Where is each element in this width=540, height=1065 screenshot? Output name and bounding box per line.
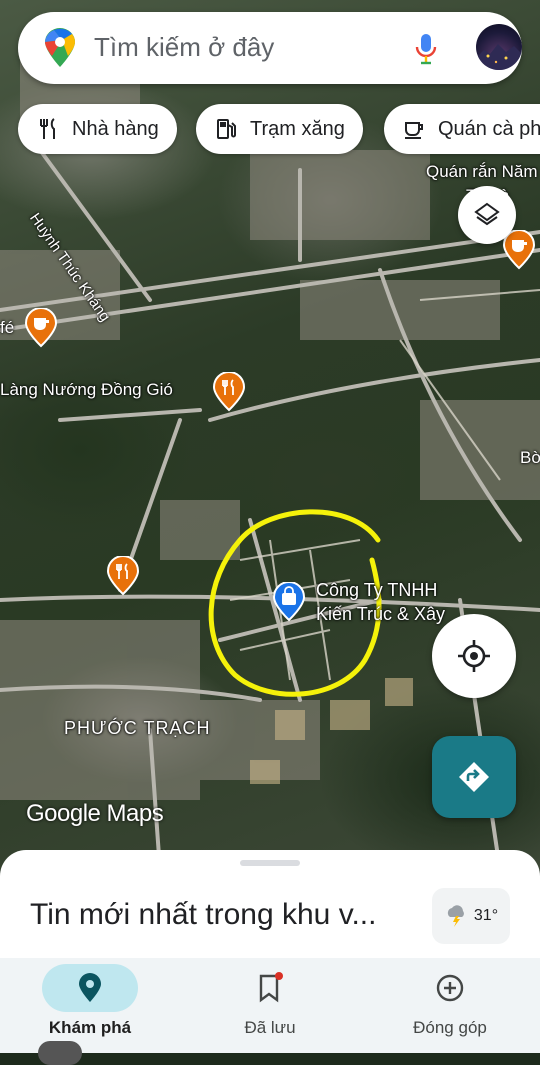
poi-label-cafe[interactable]: fé bbox=[0, 318, 14, 338]
thunderstorm-icon bbox=[447, 905, 464, 927]
fork-knife-icon bbox=[40, 118, 55, 139]
bottom-navigation: Khám phá Đã lưu Đóng góp bbox=[0, 958, 540, 1053]
layers-icon bbox=[474, 202, 500, 226]
bookmark-icon bbox=[259, 972, 283, 1003]
layers-button[interactable] bbox=[458, 186, 516, 244]
nav-saved-indicator bbox=[222, 964, 318, 1012]
avatar[interactable] bbox=[476, 24, 522, 70]
chip-restaurants[interactable]: Nhà hàng bbox=[18, 104, 177, 154]
chip-label: Quán cà phê bbox=[438, 117, 540, 140]
chip-gas-stations[interactable]: Trạm xăng bbox=[196, 104, 363, 154]
google-maps-attribution: Google Maps bbox=[26, 800, 164, 827]
directions-icon bbox=[459, 762, 489, 792]
add-circle-icon bbox=[436, 974, 464, 1002]
directions-button[interactable] bbox=[432, 736, 516, 818]
nav-contribute-indicator bbox=[402, 964, 498, 1012]
area-label-phuoc-trach: PHƯỚC TRẠCH bbox=[64, 718, 211, 738]
chip-label: Trạm xăng bbox=[250, 117, 345, 140]
nav-explore-indicator bbox=[42, 964, 138, 1012]
microphone-icon[interactable] bbox=[410, 32, 442, 66]
chip-coffee[interactable]: Quán cà phê bbox=[384, 104, 540, 154]
weather-temperature: 31° bbox=[473, 907, 499, 924]
nav-saved[interactable]: Đã lưu bbox=[180, 958, 360, 1053]
search-input[interactable]: Tìm kiếm ở đây bbox=[94, 32, 274, 63]
nav-explore[interactable]: Khám phá bbox=[0, 958, 180, 1053]
google-maps-logo-icon bbox=[45, 28, 75, 67]
coffee-cup-icon bbox=[405, 122, 423, 139]
company-label-line1[interactable]: Công Ty TNHH bbox=[316, 580, 437, 601]
nav-label: Khám phá bbox=[48, 1018, 132, 1037]
nav-label: Đóng góp bbox=[413, 1018, 487, 1037]
crosshair-location-icon bbox=[458, 640, 490, 672]
restaurant-pin-icon[interactable] bbox=[106, 556, 140, 596]
cafe-pin-icon[interactable] bbox=[24, 308, 58, 348]
chip-label: Nhà hàng bbox=[72, 117, 159, 140]
restaurant-pin-icon[interactable] bbox=[212, 372, 246, 412]
location-pin-icon bbox=[79, 973, 101, 1002]
bottom-sheet[interactable]: Tin mới nhất trong khu v... 31° bbox=[0, 850, 540, 970]
system-home-indicator[interactable] bbox=[38, 1041, 82, 1065]
sheet-title: Tin mới nhất trong khu v... bbox=[30, 898, 377, 931]
cafe-pin-icon[interactable] bbox=[502, 230, 536, 270]
avatar-photo-icon bbox=[476, 44, 522, 70]
poi-label-quan-ran[interactable]: Quán rắn Năm bbox=[426, 162, 538, 182]
weather-badge[interactable]: 31° bbox=[432, 888, 510, 944]
drag-handle[interactable] bbox=[240, 860, 300, 866]
gas-station-icon bbox=[217, 119, 236, 139]
company-label-line2[interactable]: Kiến Trúc & Xây bbox=[316, 604, 445, 625]
poi-label-bo[interactable]: Bờ bbox=[520, 448, 540, 468]
shopping-bag-pin-icon[interactable] bbox=[272, 582, 306, 622]
nav-contribute[interactable]: Đóng góp bbox=[360, 958, 540, 1053]
search-bar[interactable]: Tìm kiếm ở đây bbox=[18, 12, 522, 84]
my-location-button[interactable] bbox=[432, 614, 516, 698]
nav-label: Đã lưu bbox=[244, 1018, 296, 1037]
poi-label-lang-nuong[interactable]: Làng Nướng Đồng Gió bbox=[0, 380, 173, 400]
